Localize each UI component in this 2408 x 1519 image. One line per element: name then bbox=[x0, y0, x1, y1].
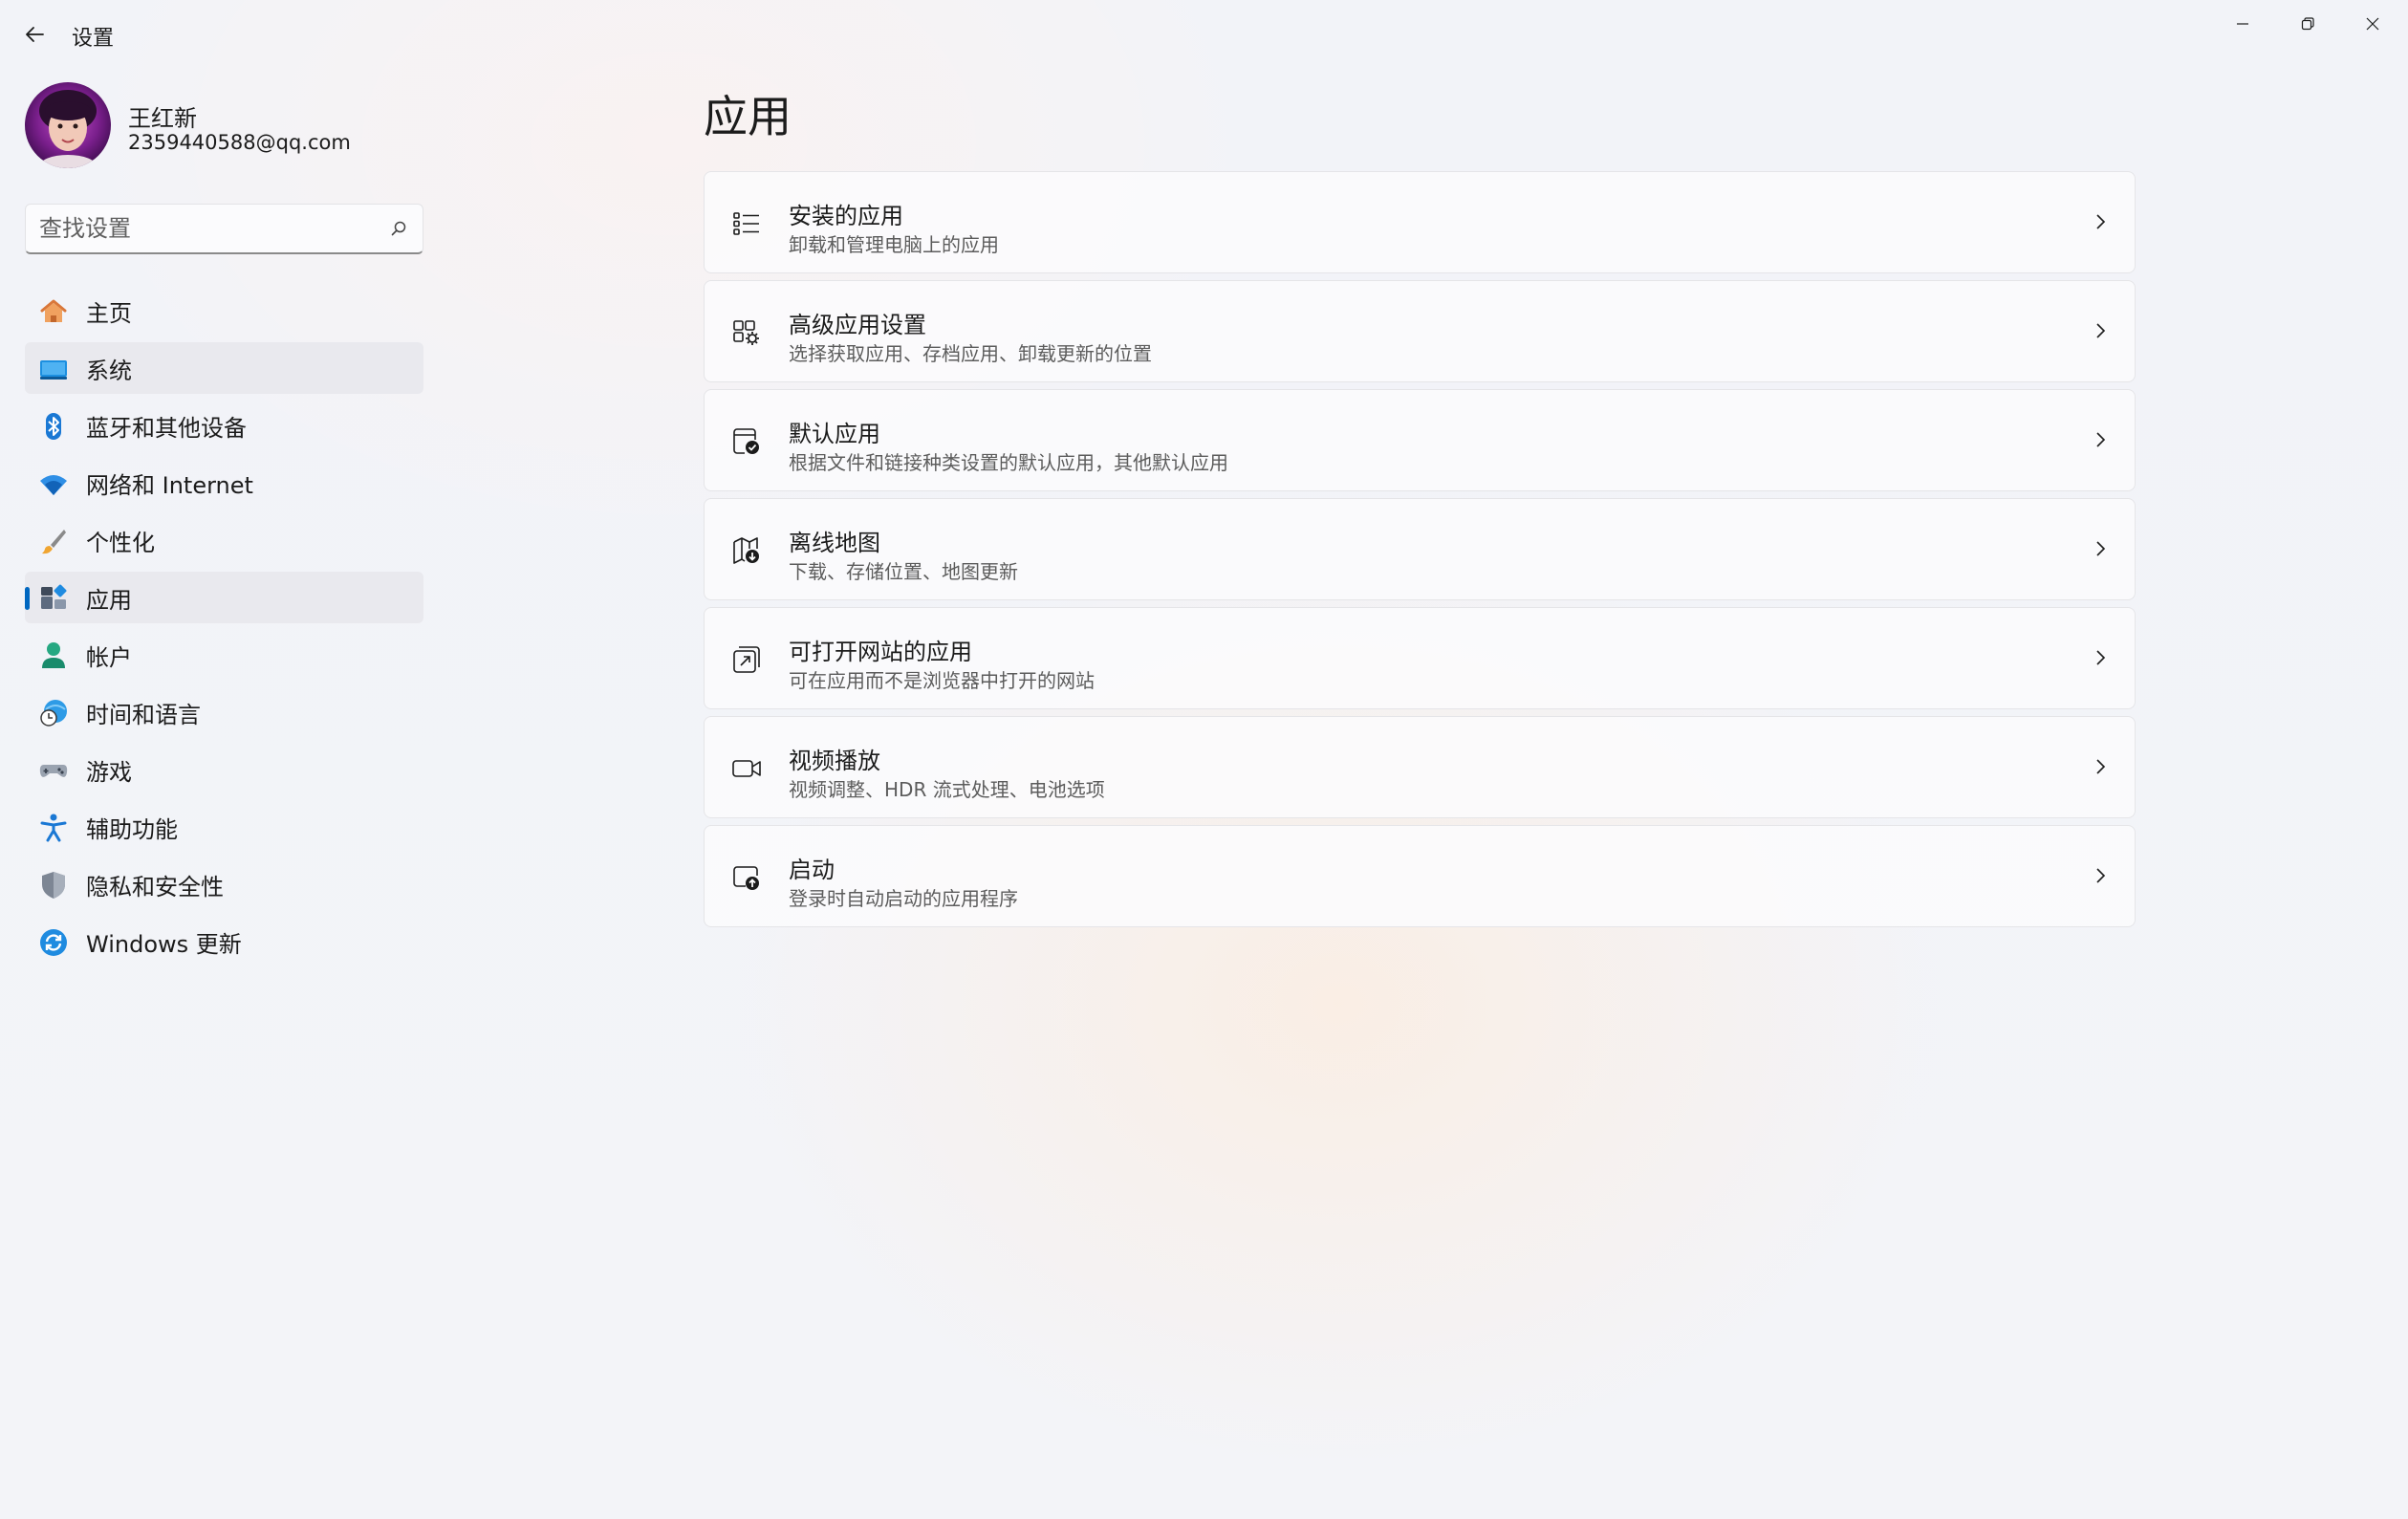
chevron-right-icon bbox=[2091, 212, 2110, 231]
sidebar-item-privacy[interactable]: 隐私和安全性 bbox=[25, 858, 423, 910]
avatar-image bbox=[25, 82, 111, 168]
sidebar-item-label: 应用 bbox=[86, 586, 132, 614]
close-icon bbox=[2366, 17, 2379, 31]
card-subtitle: 下载、存储位置、地图更新 bbox=[789, 560, 1018, 583]
bluetooth-icon bbox=[38, 411, 69, 442]
sidebar-item-label: 时间和语言 bbox=[86, 701, 201, 728]
card-subtitle: 视频调整、HDR 流式处理、电池选项 bbox=[789, 778, 1105, 801]
minimize-button[interactable] bbox=[2210, 0, 2275, 48]
card-title: 安装的应用 bbox=[789, 203, 903, 229]
card-subtitle: 根据文件和链接种类设置的默认应用，其他默认应用 bbox=[789, 451, 1228, 474]
sidebar-item-accessibility[interactable]: 辅助功能 bbox=[25, 801, 423, 853]
sidebar-item-system[interactable]: 系统 bbox=[25, 342, 423, 394]
sidebar-item-label: 系统 bbox=[86, 357, 132, 384]
sidebar-item-label: 隐私和安全性 bbox=[86, 873, 224, 901]
windows-update-icon bbox=[38, 927, 69, 958]
sidebar-item-accounts[interactable]: 帐户 bbox=[25, 629, 423, 681]
apps-icon bbox=[38, 583, 69, 614]
sidebar-item-label: 网络和 Internet bbox=[86, 471, 253, 499]
card-subtitle: 可在应用而不是浏览器中打开的网站 bbox=[789, 669, 1095, 692]
chevron-right-icon bbox=[2091, 430, 2110, 449]
close-button[interactable] bbox=[2340, 0, 2405, 48]
offline-maps-icon bbox=[729, 533, 764, 568]
accessibility-icon bbox=[38, 813, 69, 843]
sidebar-item-gaming[interactable]: 游戏 bbox=[25, 744, 423, 795]
sidebar-item-label: 游戏 bbox=[86, 758, 132, 786]
sidebar-item-label: Windows 更新 bbox=[86, 930, 242, 958]
card-subtitle: 登录时自动启动的应用程序 bbox=[789, 887, 1018, 910]
back-arrow-icon bbox=[26, 27, 44, 42]
sidebar-item-label: 帐户 bbox=[86, 643, 132, 671]
sidebar-item-label: 辅助功能 bbox=[86, 815, 178, 843]
card-subtitle: 卸载和管理电脑上的应用 bbox=[789, 233, 999, 256]
user-email: 2359440588@qq.com bbox=[128, 131, 351, 154]
sidebar-item-home[interactable]: 主页 bbox=[25, 285, 423, 336]
sidebar-item-time-language[interactable]: 时间和语言 bbox=[25, 686, 423, 738]
avatar[interactable] bbox=[25, 82, 111, 168]
card-title: 视频播放 bbox=[789, 748, 880, 774]
video-playback-icon bbox=[729, 751, 764, 786]
sidebar-item-personalization[interactable]: 个性化 bbox=[25, 514, 423, 566]
title-bar: 设置 bbox=[0, 0, 2408, 69]
system-icon bbox=[38, 354, 69, 384]
brush-icon bbox=[38, 526, 69, 556]
card-video-playback[interactable]: 视频播放 视频调整、HDR 流式处理、电池选项 bbox=[704, 716, 2136, 818]
selection-indicator bbox=[25, 587, 30, 610]
chevron-right-icon bbox=[2091, 648, 2110, 667]
wifi-icon bbox=[38, 468, 69, 499]
home-icon bbox=[38, 296, 69, 327]
card-title: 启动 bbox=[789, 857, 835, 883]
card-title: 默认应用 bbox=[789, 421, 880, 447]
user-name: 王红新 bbox=[128, 105, 197, 132]
advanced-app-settings-icon bbox=[729, 315, 764, 350]
card-title: 高级应用设置 bbox=[789, 312, 926, 338]
search-icon[interactable] bbox=[390, 220, 407, 237]
sidebar-item-bluetooth[interactable]: 蓝牙和其他设备 bbox=[25, 400, 423, 451]
search-input[interactable] bbox=[39, 205, 383, 252]
time-language-icon bbox=[38, 698, 69, 728]
settings-cards: 安装的应用 卸载和管理电脑上的应用 高级应用设置 选择获取应用、存档应用、卸载更… bbox=[704, 171, 2136, 934]
default-apps-icon bbox=[729, 424, 764, 459]
card-default-apps[interactable]: 默认应用 根据文件和链接种类设置的默认应用，其他默认应用 bbox=[704, 389, 2136, 491]
chevron-right-icon bbox=[2091, 539, 2110, 558]
sidebar-item-label: 蓝牙和其他设备 bbox=[86, 414, 247, 442]
card-startup[interactable]: 启动 登录时自动启动的应用程序 bbox=[704, 825, 2136, 927]
restore-button[interactable] bbox=[2275, 0, 2340, 48]
sidebar-item-windows-update[interactable]: Windows 更新 bbox=[25, 916, 423, 967]
installed-apps-icon bbox=[729, 206, 764, 241]
chevron-right-icon bbox=[2091, 757, 2110, 776]
back-button[interactable] bbox=[13, 13, 55, 55]
sidebar-nav: 主页 系统 蓝牙和其他设备 网络和 Internet 个性化 应用 帐户 时间和… bbox=[25, 285, 423, 973]
minimize-icon bbox=[2237, 23, 2248, 25]
card-advanced-app-settings[interactable]: 高级应用设置 选择获取应用、存档应用、卸载更新的位置 bbox=[704, 280, 2136, 382]
restore-icon bbox=[2301, 17, 2314, 31]
gaming-icon bbox=[38, 755, 69, 786]
sidebar-item-label: 主页 bbox=[86, 299, 132, 327]
card-title: 可打开网站的应用 bbox=[789, 639, 972, 665]
account-icon bbox=[38, 640, 69, 671]
sidebar-item-label: 个性化 bbox=[86, 529, 155, 556]
chevron-right-icon bbox=[2091, 866, 2110, 885]
page-title: 应用 bbox=[704, 91, 792, 142]
card-offline-maps[interactable]: 离线地图 下载、存储位置、地图更新 bbox=[704, 498, 2136, 600]
chevron-right-icon bbox=[2091, 321, 2110, 340]
app-title: 设置 bbox=[72, 27, 115, 51]
card-title: 离线地图 bbox=[789, 530, 880, 556]
card-installed-apps[interactable]: 安装的应用 卸载和管理电脑上的应用 bbox=[704, 171, 2136, 273]
startup-icon bbox=[729, 860, 764, 895]
sidebar-item-apps[interactable]: 应用 bbox=[25, 572, 423, 623]
card-apps-for-websites[interactable]: 可打开网站的应用 可在应用而不是浏览器中打开的网站 bbox=[704, 607, 2136, 709]
card-subtitle: 选择获取应用、存档应用、卸载更新的位置 bbox=[789, 342, 1152, 365]
sidebar-item-network[interactable]: 网络和 Internet bbox=[25, 457, 423, 509]
shield-icon bbox=[38, 870, 69, 901]
apps-for-websites-icon bbox=[729, 642, 764, 677]
search-box[interactable] bbox=[25, 204, 423, 254]
